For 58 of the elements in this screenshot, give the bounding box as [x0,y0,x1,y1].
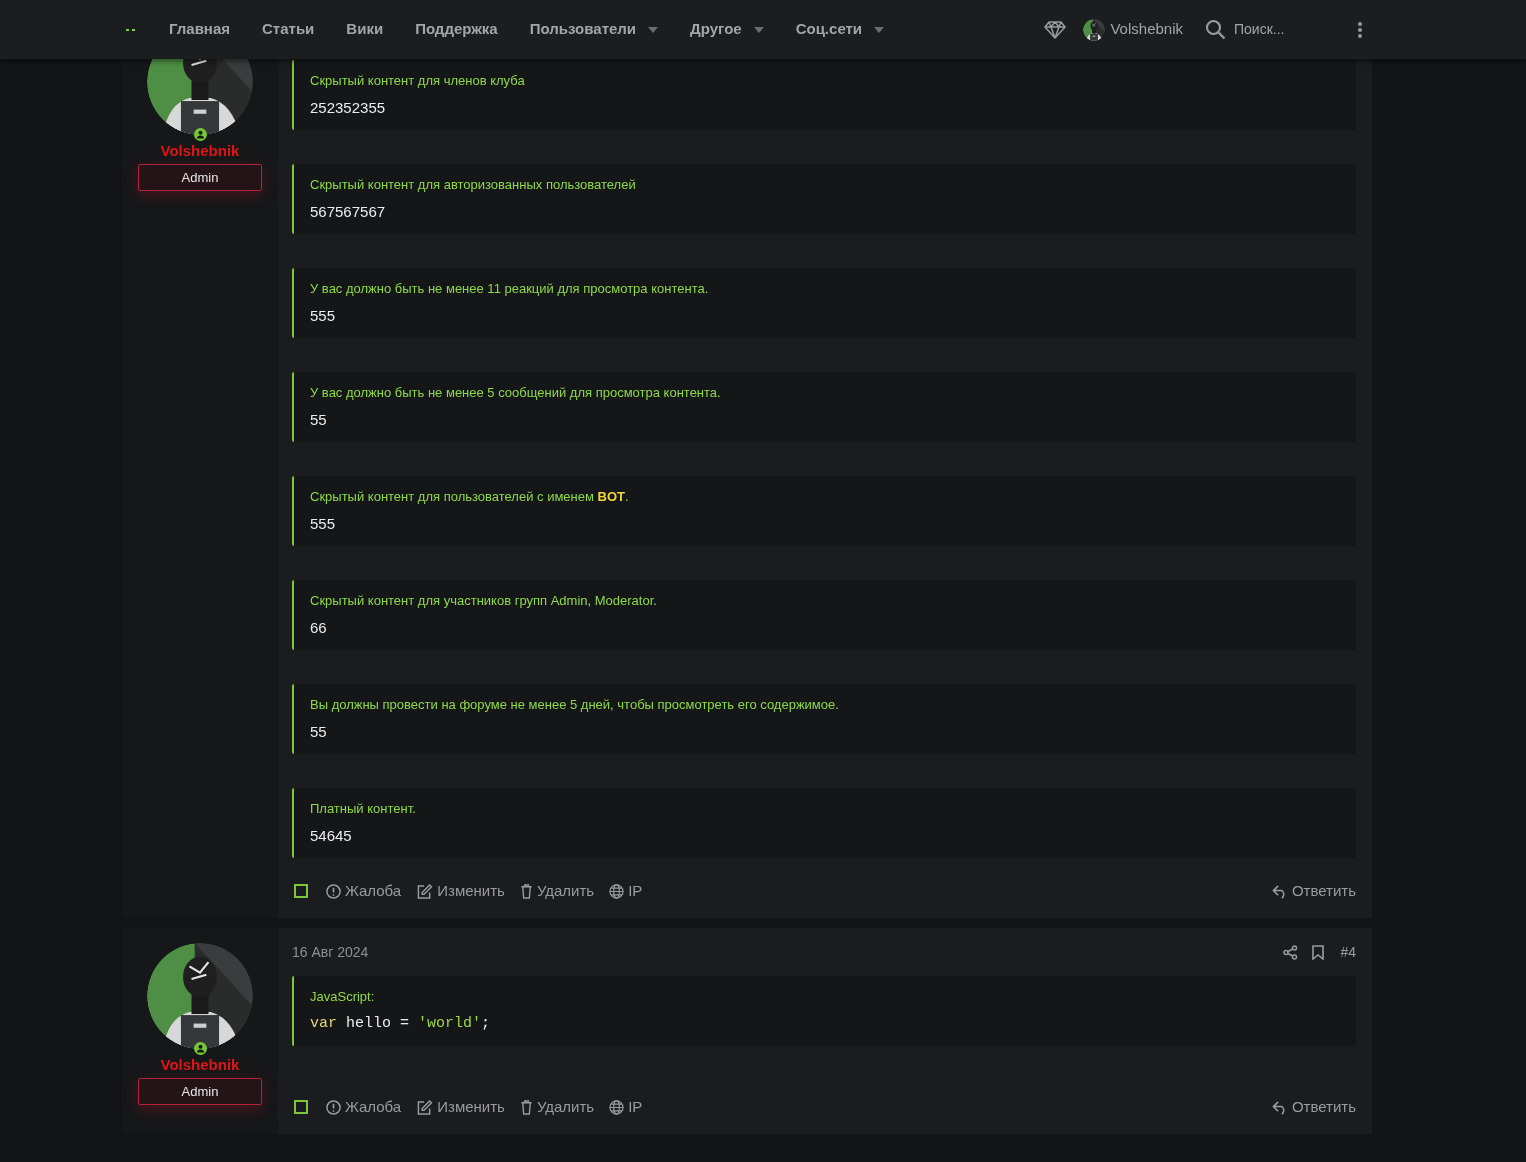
post-action-link[interactable]: Изменить [416,879,505,903]
post-action-link[interactable]: Жалоба [326,879,402,903]
reply-link[interactable]: Ответить [1271,879,1356,903]
trash-icon [519,1099,533,1115]
reply-link[interactable]: Ответить [1271,1095,1356,1119]
block-title: Скрытый контент для пользователей с именем BOT. [310,488,630,505]
trash-icon [519,883,533,899]
post-action-link[interactable]: Изменить [416,1095,505,1119]
select-checkbox[interactable] [294,1100,308,1114]
post-action-link[interactable]: IP [609,879,643,903]
search-field[interactable]: Поиск... [1234,19,1314,40]
bookmark-icon[interactable] [1312,944,1325,960]
block-value: 55 [310,410,328,429]
alert-icon [326,1099,341,1115]
block-value: 252352355 [310,98,387,117]
post-number[interactable]: #4 [1340,941,1356,963]
block-value: 66 [310,618,328,637]
nav-link[interactable]: Поддержка [415,18,498,41]
globe-icon [609,1099,625,1115]
code-line: var hello = 'world'; [310,1014,492,1033]
nav-link[interactable]: Пользователи [529,18,659,41]
edit-icon [416,883,434,899]
block-title: Скрытый контент для участников групп Admin, Moderator. [310,592,658,609]
block-title: Скрытый контент для членов клуба [310,72,526,89]
block-value: 555 [310,306,337,325]
nav-link[interactable]: Соц.сети [795,18,885,41]
role-badge: Admin [138,164,262,191]
select-checkbox[interactable] [294,884,308,898]
author-name[interactable]: Volshebnik [160,142,240,160]
block-title: Скрытый контент для авторизованных пользователей [310,176,637,193]
post-action-link[interactable]: IP [609,1095,643,1119]
user-link[interactable]: Volshebnik [1083,18,1183,41]
block-value: 555 [310,514,337,533]
nav-link[interactable]: Другое [690,18,764,41]
globe-icon [609,883,625,899]
block-title: JavaScript: [310,988,376,1005]
block-title: У вас должно быть не менее 11 реакций для просмотра контента. [310,280,710,297]
nav-link[interactable]: Вики [346,18,384,41]
alert-icon [326,883,341,899]
role-badge: Admin [138,1078,262,1105]
block-value: 54645 [310,826,353,845]
nav-link[interactable]: Статьи [262,18,315,41]
more-icon[interactable] [1358,21,1362,38]
edit-icon [416,1099,434,1115]
post-action-link[interactable]: Удалить [519,879,595,903]
diamond-icon[interactable] [1044,20,1067,39]
search-icon[interactable] [1205,19,1226,40]
block-value: 55 [310,722,328,741]
block-title: У вас должно быть не менее 5 сообщений для просмотра контента. [310,384,722,401]
block-value: 567567567 [310,202,387,221]
block-title: Вы должны провести на форуме не менее 5 дней, чтобы просмотреть его содержимое. [310,696,840,713]
block-title: Платный контент. [310,800,417,817]
post-action-link[interactable]: Удалить [519,1095,595,1119]
post-date[interactable]: 16 Авг 2024 [292,941,369,963]
author-name[interactable]: Volshebnik [160,1056,240,1074]
nav-link[interactable]: Главная [169,18,230,41]
share-icon[interactable] [1283,944,1299,960]
post-action-link[interactable]: Жалоба [326,1095,402,1119]
